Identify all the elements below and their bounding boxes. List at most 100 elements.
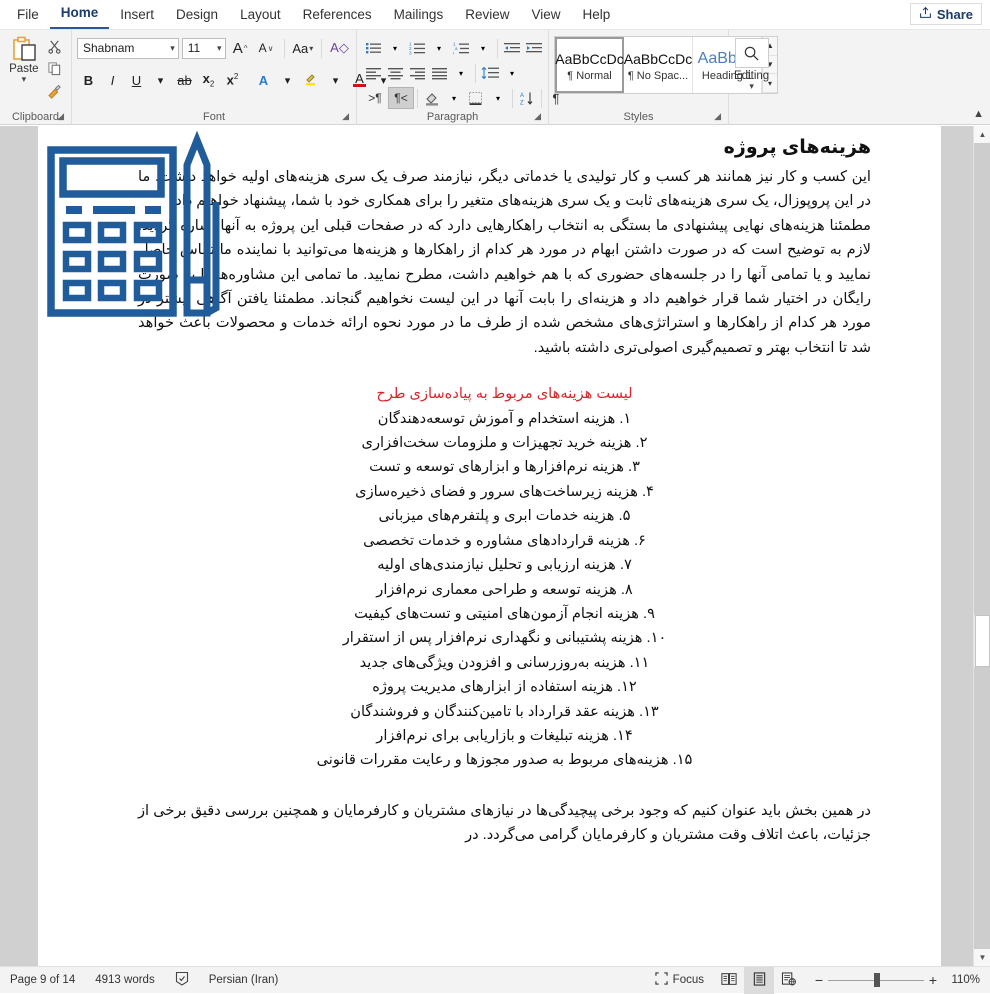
tab-references[interactable]: References [292,3,383,29]
style-item-no-spacing[interactable]: AaBbCcDc ¶ No Spac... [624,37,693,93]
text-effects-dropdown[interactable]: ▾ [276,69,299,92]
sort-button[interactable]: AZ [516,87,538,109]
divider [475,64,476,83]
tab-review[interactable]: Review [454,3,520,29]
copy-icon[interactable] [44,59,64,78]
styles-dialog-launcher-icon[interactable]: ◢ [714,109,721,124]
grow-font-button[interactable]: A^ [229,37,252,60]
share-button[interactable]: Share [910,3,982,25]
bold-button[interactable]: B [77,69,100,92]
strikethrough-button[interactable]: ab [173,69,196,92]
multilevel-list-dropdown[interactable]: ▾ [472,37,494,59]
zoom-out-button[interactable]: − [810,972,828,988]
center-button[interactable] [384,62,406,84]
text-effects-button[interactable]: A [252,69,275,92]
font-family-combo[interactable]: Shabnam ▾ [77,38,179,59]
web-layout-icon [781,972,797,989]
bullets-button[interactable] [362,37,384,59]
line-spacing-dropdown[interactable]: ▾ [501,62,523,84]
styles-group-label: Styles ◢ [554,110,723,125]
list-item: ۱۵. هزینه‌های مربوط به صدور مجوزها و رعا… [138,748,871,772]
collapse-ribbon-icon[interactable]: ▲ [973,108,984,120]
scroll-down-icon[interactable]: ▼ [974,949,990,966]
zoom-control[interactable]: − + [804,972,948,988]
numbering-button[interactable]: 123 [406,37,428,59]
document-page[interactable]: هزینه‌های پروژه این کسب و کار نیز همانند… [38,126,941,966]
decrease-indent-button[interactable] [501,37,523,59]
line-spacing-button[interactable] [479,62,501,84]
list-item: ۱۲. هزینه استفاده از ابزارهای مدیریت پرو… [138,675,871,699]
paragraph-dialog-launcher-icon[interactable]: ◢ [534,109,541,124]
chevron-down-icon: ▾ [393,44,397,53]
underline-icon: U [132,73,141,88]
web-layout-button[interactable] [774,967,804,994]
tab-layout[interactable]: Layout [229,3,292,29]
tab-design[interactable]: Design [165,3,229,29]
vertical-scrollbar[interactable]: ▲ ▼ [973,126,990,966]
align-right-button[interactable] [406,62,428,84]
proofing-status[interactable] [165,967,199,994]
page-indicator[interactable]: Page 9 of 14 [0,967,85,994]
print-layout-button[interactable] [744,967,774,994]
tab-home[interactable]: Home [50,1,110,29]
zoom-slider-thumb[interactable] [874,973,880,987]
bullets-dropdown[interactable]: ▾ [384,37,406,59]
word-count[interactable]: 4913 words [85,967,164,994]
chevron-down-icon: ▾ [452,94,456,103]
focus-button[interactable]: Focus [645,967,714,994]
font-dialog-launcher-icon[interactable]: ◢ [342,109,349,124]
borders-dropdown[interactable]: ▾ [487,87,509,109]
chevron-down-icon[interactable]: ▾ [22,75,27,83]
zoom-slider[interactable] [828,972,924,988]
tab-view[interactable]: View [520,3,571,29]
chevron-down-icon[interactable]: ▾ [749,82,754,90]
format-painter-icon[interactable] [44,81,64,100]
scrollbar-track[interactable] [974,143,990,949]
borders-button[interactable] [465,87,487,109]
clipboard-dialog-launcher-icon[interactable]: ◢ [57,109,64,124]
highlight-button[interactable] [300,69,323,92]
language-indicator[interactable]: Persian (Iran) [199,967,289,994]
tab-mailings[interactable]: Mailings [383,3,455,29]
strikethrough-icon: ab [177,73,191,88]
rtl-text-direction-button[interactable]: ¶< [388,87,414,109]
scrollbar-track-upper[interactable] [974,143,990,615]
proofing-errors-icon [175,971,189,989]
tab-help[interactable]: Help [572,3,622,29]
justify-button[interactable] [428,62,450,84]
style-preview: AaBbCcDc [555,48,623,70]
change-case-button[interactable]: Aa▾ [290,37,315,60]
clear-formatting-button[interactable]: A◇ [328,37,351,60]
font-size-combo[interactable]: 11 ▾ [182,38,226,59]
tab-insert[interactable]: Insert [109,3,165,29]
scrollbar-thumb[interactable] [975,615,990,667]
ribbon-group-styles: AaBbCcDc ¶ Normal AaBbCcDc ¶ No Spac... … [549,30,729,125]
superscript-button[interactable]: x2 [221,69,244,92]
paste-button[interactable]: Paste ▾ [5,34,43,110]
cut-icon[interactable] [44,37,64,56]
align-left-button[interactable] [362,62,384,84]
editing-button[interactable]: Editing ▾ [734,34,769,110]
ribbon: Paste ▾ Clipboard ◢ [0,30,990,125]
underline-dropdown[interactable]: ▾ [149,69,172,92]
shading-button[interactable] [421,87,443,109]
shading-dropdown[interactable]: ▾ [443,87,465,109]
zoom-level-label[interactable]: 110% [948,974,990,986]
scroll-up-icon[interactable]: ▲ [974,126,990,143]
scrollbar-track-lower[interactable] [974,667,990,949]
highlight-dropdown[interactable]: ▾ [324,69,347,92]
subscript-button[interactable]: x2 [197,69,220,92]
justify-dropdown[interactable]: ▾ [450,62,472,84]
chevron-down-icon: ▾ [285,74,291,87]
tab-file[interactable]: File [6,3,50,29]
increase-indent-button[interactable] [523,37,545,59]
style-item-normal[interactable]: AaBbCcDc ¶ Normal [555,37,624,93]
italic-button[interactable]: I [101,69,124,92]
underline-button[interactable]: U [125,69,148,92]
read-mode-button[interactable] [714,967,744,994]
shrink-font-button[interactable]: A∨ [255,37,278,60]
numbering-dropdown[interactable]: ▾ [428,37,450,59]
ltr-text-direction-button[interactable]: >¶ [362,87,388,109]
zoom-in-button[interactable]: + [924,972,942,988]
multilevel-list-button[interactable]: 1ai [450,37,472,59]
